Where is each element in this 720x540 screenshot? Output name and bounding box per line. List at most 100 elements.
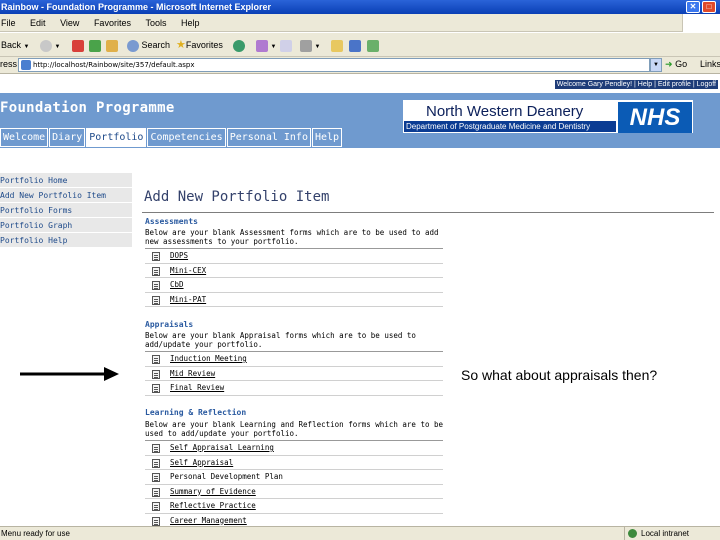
tab-help[interactable]: Help [311, 128, 343, 147]
menu-view[interactable]: View [60, 14, 79, 32]
form-link-dops[interactable]: DOPS [170, 251, 188, 260]
section-description-assessments: Below are your blank Assessment forms wh… [145, 228, 439, 246]
list-item: Reflective Practice [145, 499, 443, 514]
list-item: Mini-CEX [145, 264, 443, 278]
form-link-reflective-practice[interactable]: Reflective Practice [170, 501, 256, 510]
security-zone: Local intranet [624, 527, 689, 540]
messenger-button[interactable] [367, 38, 379, 52]
sidemenu-item-portfolio-graph[interactable]: Portfolio Graph [0, 218, 132, 233]
sidemenu-item-portfolio-home[interactable]: Portfolio Home [0, 173, 132, 188]
form-link-mini-cex[interactable]: Mini-CEX [170, 266, 206, 275]
deanery-banner: North Western Deanery Department of Post… [403, 100, 693, 133]
tab-personal-info[interactable]: Personal Info [226, 128, 311, 147]
section-description-appraisals: Below are your blank Appraisal forms whi… [145, 331, 416, 349]
zone-label: Local intranet [641, 529, 690, 538]
list-item: DOPS [145, 249, 443, 264]
section-description-learning-reflection: Below are your blank Learning and Reflec… [145, 420, 444, 438]
media-button[interactable] [233, 38, 245, 52]
search-label: Search [141, 40, 171, 50]
search-button[interactable]: Search [127, 38, 170, 52]
title-divider [142, 212, 714, 213]
section-heading-assessments: Assessments [145, 217, 198, 226]
close-window-icon[interactable]: ✕ [686, 1, 700, 13]
form-list-learning-reflection: Self Appraisal Learning Self Appraisal P… [145, 440, 443, 528]
form-link-career-management[interactable]: Career Management [170, 516, 247, 525]
star-icon: ★ [176, 39, 186, 51]
annotation-arrow-icon [20, 367, 119, 381]
maximize-window-icon[interactable]: □ [702, 1, 716, 13]
form-link-summary-of-evidence[interactable]: Summary of Evidence [170, 487, 256, 496]
address-url: http://localhost/Rainbow/site/357/defaul… [33, 61, 195, 69]
forward-button[interactable]: ▼ [40, 38, 60, 52]
folder-icon [331, 39, 343, 52]
list-item: Mid Review [145, 367, 443, 381]
window-title-bar: Rainbow - Foundation Programme - Microso… [0, 0, 720, 14]
form-list-assessments: DOPS Mini-CEX CbD Mini-PAT [145, 248, 443, 307]
stop-button[interactable] [72, 38, 84, 52]
document-icon [152, 252, 160, 261]
form-link-mid-review[interactable]: Mid Review [170, 369, 215, 378]
tab-welcome[interactable]: Welcome [0, 128, 49, 147]
form-link-self-appraisal-learning[interactable]: Self Appraisal Learning [170, 443, 274, 452]
go-label: Go [675, 59, 688, 69]
document-icon [152, 369, 160, 379]
status-bar: Menu ready for use Local intranet [0, 526, 720, 540]
menu-file[interactable]: File [1, 14, 16, 32]
sidemenu-item-portfolio-help[interactable]: Portfolio Help [0, 233, 132, 248]
sidemenu-item-portfolio-forms[interactable]: Portfolio Forms [0, 203, 132, 218]
back-button[interactable]: Back ▼ [1, 38, 29, 52]
forward-dropdown-icon[interactable]: ▼ [55, 44, 61, 50]
refresh-button[interactable] [89, 38, 101, 52]
search-icon [127, 39, 139, 52]
dropdown-arrow-icon[interactable]: ▼ [24, 44, 30, 50]
address-dropdown-icon[interactable]: ▼ [650, 58, 662, 72]
form-link-induction-meeting[interactable]: Induction Meeting [170, 354, 247, 363]
list-item: Summary of Evidence [145, 485, 443, 499]
favorites-button[interactable]: ★Favorites [176, 38, 223, 52]
section-heading-learning-reflection: Learning & Reflection [145, 408, 247, 417]
user-links[interactable]: Welcome Gary Pendley! | Help | Edit prof… [554, 80, 718, 89]
form-link-mini-pat[interactable]: Mini-PAT [170, 295, 206, 304]
form-link-final-review[interactable]: Final Review [170, 383, 224, 392]
home-button[interactable] [106, 38, 118, 52]
document-icon [152, 473, 160, 482]
address-input[interactable]: http://localhost/Rainbow/site/357/defaul… [18, 58, 650, 72]
discuss-button[interactable] [349, 38, 361, 52]
form-link-self-appraisal[interactable]: Self Appraisal [170, 458, 233, 467]
history-dropdown-icon[interactable]: ▼ [271, 44, 277, 50]
messenger-icon [367, 39, 379, 52]
menu-tools[interactable]: Tools [145, 14, 166, 32]
tab-diary[interactable]: Diary [49, 128, 86, 147]
sidemenu-item-add-new-portfolio-item[interactable]: Add New Portfolio Item [0, 188, 132, 203]
print-button[interactable]: ▼ [300, 38, 320, 52]
tab-competencies[interactable]: Competencies [147, 128, 226, 147]
edit-button[interactable] [331, 38, 343, 52]
mail-button[interactable] [280, 38, 292, 52]
menu-help[interactable]: Help [181, 14, 200, 32]
page-icon [21, 60, 31, 70]
back-label: Back [1, 40, 22, 50]
browser-toolbar: Back ▼ ▼ Search ★Favorites ▼ ▼ [0, 33, 720, 57]
history-button[interactable]: ▼ [256, 38, 276, 52]
section-heading-appraisals: Appraisals [145, 320, 194, 329]
document-icon [152, 295, 160, 305]
document-icon [152, 458, 160, 468]
form-list-appraisals: Induction Meeting Mid Review Final Revie… [145, 351, 443, 396]
tab-portfolio[interactable]: Portfolio [86, 128, 147, 147]
document-icon [152, 266, 160, 276]
print-dropdown-icon[interactable]: ▼ [315, 44, 321, 50]
windows-logo-icon [682, 14, 720, 32]
document-icon [152, 384, 160, 393]
links-button[interactable]: Links [700, 59, 720, 69]
site-title: Foundation Programme [0, 100, 175, 116]
document-icon [152, 502, 160, 511]
go-button[interactable]: ➜ Go [665, 59, 687, 70]
address-label: ress [0, 59, 18, 69]
form-link-cbd[interactable]: CbD [170, 280, 184, 289]
status-text: Menu ready for use [1, 529, 70, 538]
stop-icon [72, 39, 84, 52]
media-icon [233, 39, 245, 52]
menu-favorites[interactable]: Favorites [94, 14, 131, 32]
menu-edit[interactable]: Edit [30, 14, 46, 32]
form-link-personal-development-plan[interactable]: Personal Development Plan [170, 472, 283, 481]
